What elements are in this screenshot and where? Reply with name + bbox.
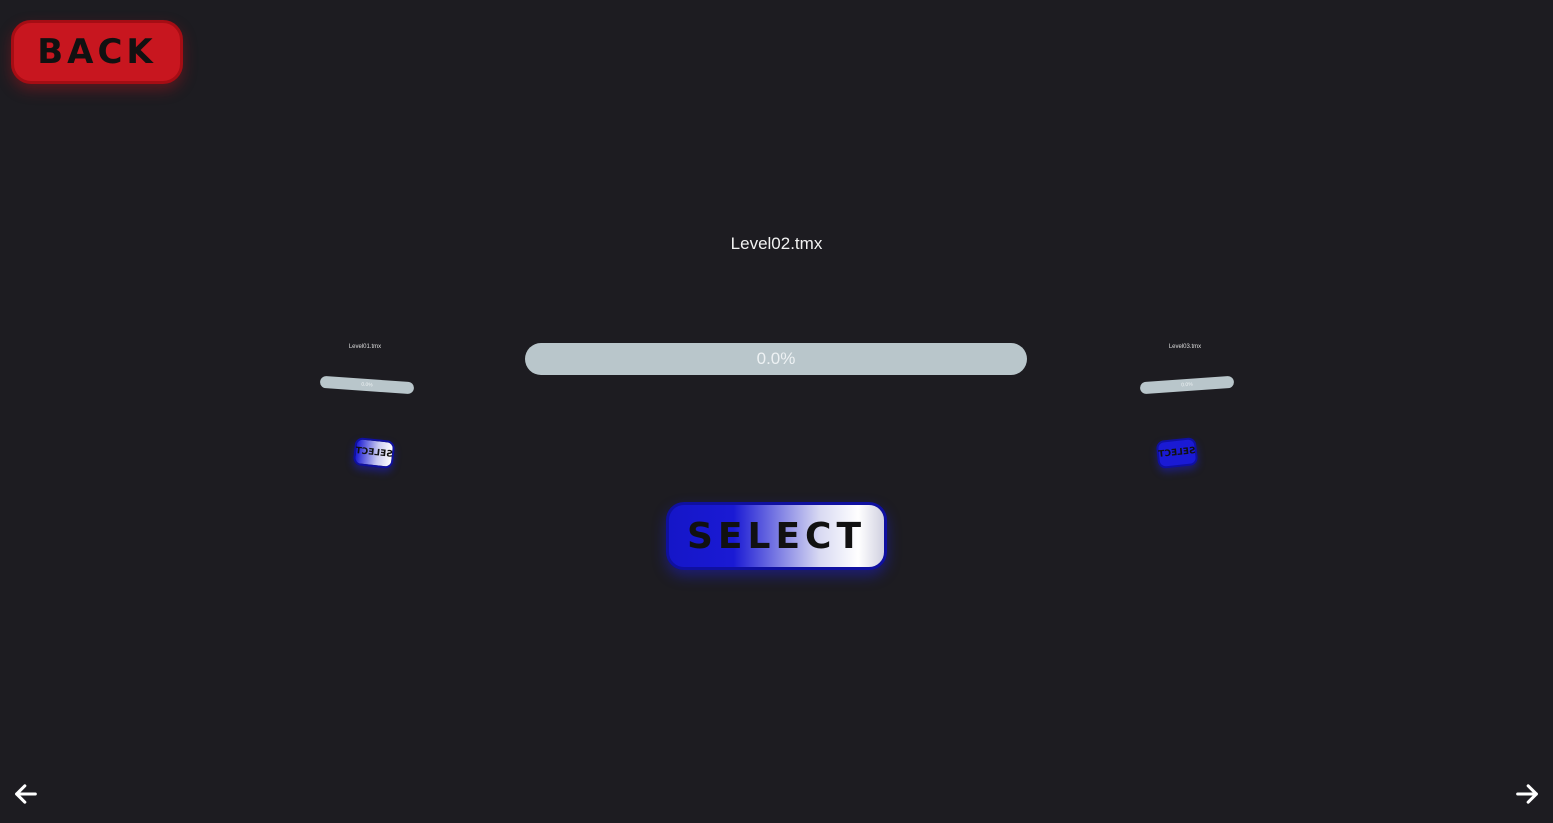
progress-text: 0.0% bbox=[756, 349, 796, 368]
back-button[interactable]: BACK bbox=[11, 20, 183, 84]
preview-level-title: Level01.tmx bbox=[348, 344, 382, 350]
carousel-preview-right[interactable]: Level03.tmx 0.0% SELECT bbox=[1125, 344, 1245, 484]
preview-progress-bar: 0.0% bbox=[1139, 375, 1235, 395]
preview-progress-bar: 0.0% bbox=[319, 375, 415, 395]
level-select-screen: BACK Level01.tmx 0.0% SELECT Level02.tmx… bbox=[0, 0, 1553, 823]
preview-progress-text: 0.0% bbox=[361, 381, 373, 389]
level-progress-bar: 0.0% bbox=[525, 343, 1027, 375]
back-button-label: BACK bbox=[37, 32, 157, 72]
select-button-label: SELECT bbox=[686, 515, 867, 557]
arrow-left-icon[interactable] bbox=[10, 778, 42, 810]
preview-progress-text: 0.0% bbox=[1181, 381, 1193, 389]
level-title: Level02.tmx bbox=[730, 234, 823, 253]
preview-select-button[interactable]: SELECT bbox=[352, 436, 396, 470]
preview-select-button[interactable]: SELECT bbox=[1155, 436, 1199, 470]
select-button[interactable]: SELECT bbox=[666, 502, 887, 570]
carousel-preview-left[interactable]: Level01.tmx 0.0% SELECT bbox=[305, 344, 425, 484]
preview-level-title: Level03.tmx bbox=[1168, 344, 1202, 350]
arrow-right-icon[interactable] bbox=[1511, 778, 1543, 810]
